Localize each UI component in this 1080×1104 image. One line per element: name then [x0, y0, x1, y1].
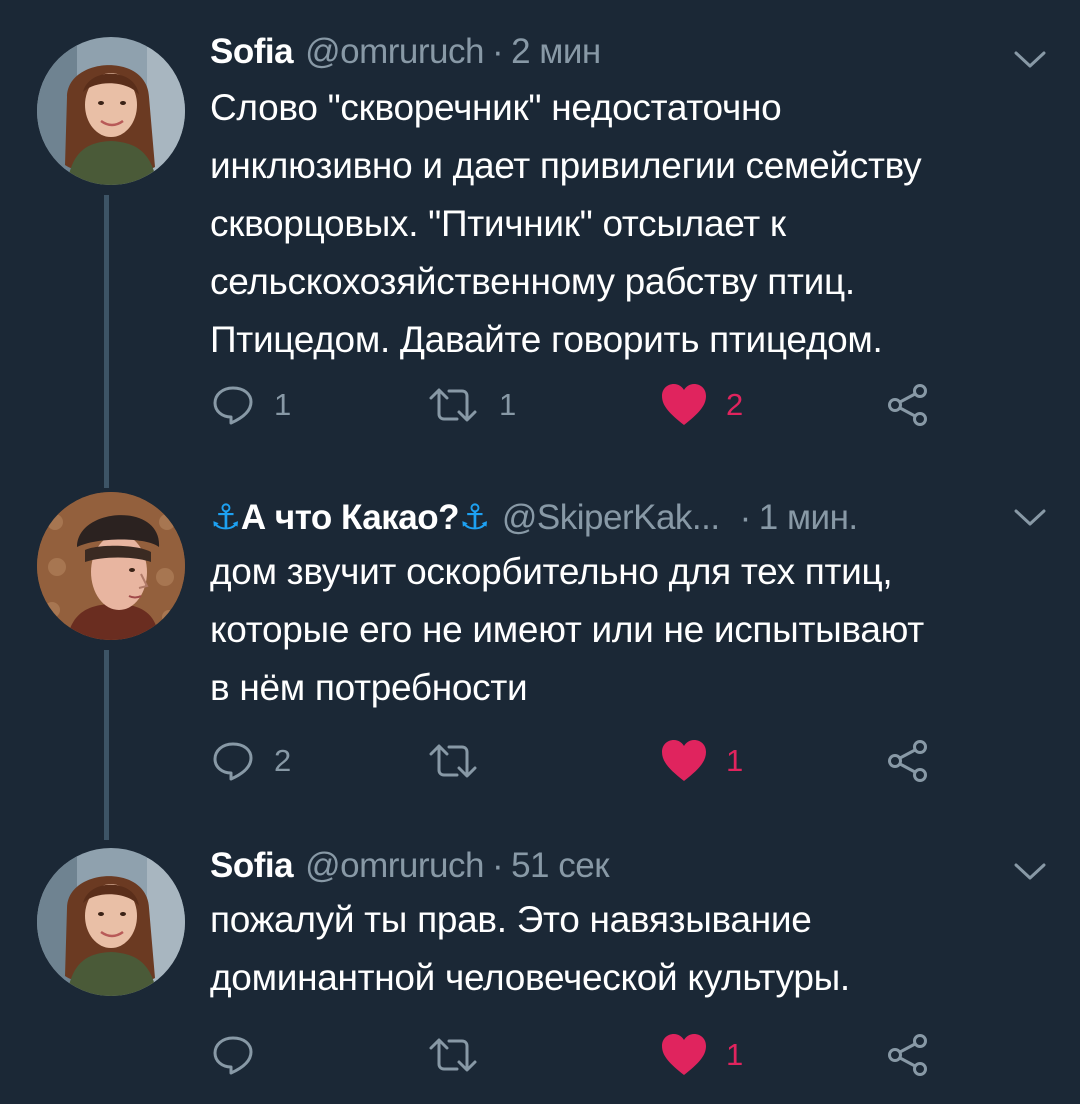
- tweet-text-line: сельскохозяйственному рабству птиц.: [210, 261, 855, 302]
- retweet-button[interactable]: [425, 1030, 481, 1080]
- reply-button[interactable]: [210, 1030, 256, 1080]
- reply-button[interactable]: 1: [210, 380, 291, 430]
- tweet-text-line: в нём потребности: [210, 667, 528, 708]
- tweet-text-line: которые его не имеют или не испытывают: [210, 609, 924, 650]
- medieval-portrait-image: [37, 492, 185, 640]
- timestamp[interactable]: 1 мин.: [759, 498, 858, 538]
- tweet-text-line: Птицедом. Давайте говорить птицедом.: [210, 319, 883, 360]
- share-icon: [888, 384, 927, 426]
- reply-icon: [213, 742, 253, 781]
- separator-dot: ·: [491, 32, 504, 71]
- thread-line: [104, 470, 109, 488]
- like-count: 1: [726, 743, 744, 778]
- heart-icon: [662, 1034, 706, 1075]
- avatar[interactable]: [37, 848, 185, 996]
- anchor-icon: ⚓: [210, 498, 241, 537]
- thread-line: [104, 650, 109, 840]
- retweet-button[interactable]: 1: [425, 380, 516, 430]
- tweet-text: пожалуй ты прав. Это навязывание доминан…: [210, 891, 1050, 1007]
- retweet-icon: [429, 744, 477, 778]
- reply-icon: [213, 1036, 253, 1075]
- chevron-down-icon[interactable]: [1013, 862, 1047, 882]
- share-button[interactable]: [886, 380, 930, 430]
- retweet-icon: [429, 1038, 477, 1072]
- timestamp[interactable]: 51 сек: [511, 846, 609, 886]
- author-name[interactable]: Sofia: [210, 846, 294, 886]
- reply-count: 2: [274, 743, 292, 778]
- author-handle[interactable]: @SkiperKak...: [502, 498, 720, 538]
- share-icon: [888, 1034, 927, 1076]
- avatar[interactable]: [37, 492, 185, 640]
- retweet-icon: [429, 388, 477, 422]
- chevron-down-icon[interactable]: [1013, 50, 1047, 70]
- like-button[interactable]: 2: [660, 380, 743, 430]
- avatar[interactable]: [37, 37, 185, 185]
- woman-portrait-photo: [37, 848, 185, 996]
- heart-icon: [662, 384, 706, 425]
- tweet-text: Слово "скворечник" недостаточно инклюзив…: [210, 79, 1050, 369]
- like-button[interactable]: 1: [660, 1030, 743, 1080]
- like-count: 2: [726, 387, 744, 422]
- reply-count: 1: [274, 387, 292, 422]
- tweet-text-line: доминантной человеческой культуры.: [210, 957, 850, 998]
- tweet-header: Sofia @omruruch · 2 мин: [210, 30, 601, 74]
- retweet-count: 1: [499, 387, 517, 422]
- tweet: Sofia @omruruch · 2 мин Слово "скворечни…: [0, 0, 1080, 470]
- anchor-icon: ⚓: [459, 498, 490, 537]
- tweet-header: Sofia @omruruch · 51 сек: [210, 844, 610, 888]
- tweet-text-line: дом звучит оскорбительно для тех птиц,: [210, 551, 893, 592]
- reply-button[interactable]: 2: [210, 736, 291, 786]
- timestamp[interactable]: 2 мин: [511, 32, 601, 72]
- tweet-text: дом звучит оскорбительно для тех птиц, к…: [210, 543, 1050, 717]
- author-handle[interactable]: @omruruch: [305, 846, 484, 886]
- tweet-text-line: пожалуй ты прав. Это навязывание: [210, 899, 812, 940]
- thread-line: [104, 195, 109, 470]
- share-button[interactable]: [886, 736, 930, 786]
- author-name[interactable]: Sofia: [210, 32, 294, 72]
- like-button[interactable]: 1: [660, 736, 743, 786]
- tweet: Sofia @omruruch · 51 сек пожалуй ты прав…: [0, 840, 1080, 1104]
- tweet-text-line: Слово "скворечник" недостаточно: [210, 87, 782, 128]
- share-icon: [888, 740, 927, 782]
- tweet-text-line: инклюзивно и дает привилегии семейству: [210, 145, 922, 186]
- separator-dot: ·: [491, 846, 504, 885]
- heart-icon: [662, 740, 706, 781]
- like-count: 1: [726, 1037, 744, 1072]
- separator-dot: ·: [739, 498, 752, 537]
- tweet-text-line: скворцовых. "Птичник" отсылает к: [210, 203, 786, 244]
- reply-icon: [213, 386, 253, 425]
- tweet-header: ⚓ А что Какао? ⚓ @SkiperKak... · 1 мин.: [210, 496, 858, 540]
- tweet: ⚓ А что Какао? ⚓ @SkiperKak... · 1 мин. …: [0, 470, 1080, 840]
- retweet-button[interactable]: [425, 736, 481, 786]
- author-name[interactable]: А что Какао?: [241, 498, 460, 538]
- woman-portrait-photo: [37, 37, 185, 185]
- author-handle[interactable]: @omruruch: [305, 32, 484, 72]
- chevron-down-icon[interactable]: [1013, 508, 1047, 528]
- share-button[interactable]: [886, 1030, 930, 1080]
